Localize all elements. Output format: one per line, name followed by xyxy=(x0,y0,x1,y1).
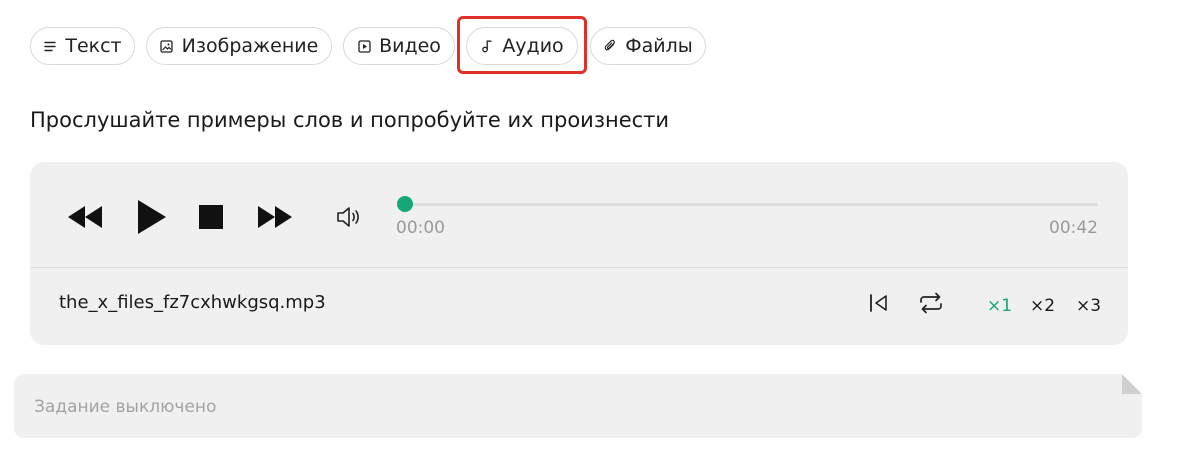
speed-x1[interactable]: ×1 xyxy=(987,296,1012,316)
stop-button[interactable] xyxy=(198,204,224,230)
tab-image[interactable]: Изображение xyxy=(146,27,332,65)
tab-audio[interactable]: Аудио xyxy=(466,27,578,65)
tab-label: Изображение xyxy=(181,35,319,57)
video-icon xyxy=(357,39,371,53)
tab-label: Текст xyxy=(65,35,122,57)
audio-filename: the_x_files_fz7cxhwkgsq.mp3 xyxy=(59,292,326,313)
stop-icon xyxy=(199,205,223,229)
skip-to-start-icon xyxy=(870,294,887,312)
tab-label: Видео xyxy=(379,35,441,57)
lines-icon xyxy=(43,39,57,53)
task-placeholder: Задание выключено xyxy=(34,397,217,417)
skip-to-start-button[interactable] xyxy=(866,290,892,316)
fast-forward-button[interactable] xyxy=(257,202,293,232)
volume-button[interactable] xyxy=(334,204,364,230)
music-note-icon xyxy=(480,39,494,53)
repeat-button[interactable] xyxy=(916,290,946,316)
fast-forward-icon xyxy=(258,206,292,228)
folded-corner xyxy=(1122,374,1142,394)
tab-label: Файлы xyxy=(625,35,693,57)
tab-video[interactable]: Видео xyxy=(343,27,455,65)
duration: 00:42 xyxy=(1049,218,1098,238)
image-icon xyxy=(160,39,174,53)
instruction-text: Прослушайте примеры слов и попробуйте их… xyxy=(30,108,670,132)
play-button[interactable] xyxy=(133,199,169,235)
tab-text[interactable]: Текст xyxy=(30,27,135,65)
current-time: 00:00 xyxy=(396,218,445,238)
progress-track[interactable] xyxy=(400,203,1098,206)
speed-x3[interactable]: ×3 xyxy=(1076,296,1101,316)
player-divider xyxy=(30,267,1128,268)
repeat-icon xyxy=(920,292,942,314)
progress-thumb[interactable] xyxy=(397,196,413,212)
rewind-button[interactable] xyxy=(67,202,103,232)
paperclip-icon xyxy=(603,39,617,53)
task-field[interactable]: Задание выключено xyxy=(14,374,1142,438)
tab-label: Аудио xyxy=(502,35,564,57)
speed-x2[interactable]: ×2 xyxy=(1030,296,1055,316)
audio-player: 00:00 00:42 the_x_files_fz7cxhwkgsq.mp3 … xyxy=(30,162,1128,345)
tab-files[interactable]: Файлы xyxy=(590,27,706,65)
play-icon xyxy=(138,200,166,234)
volume-icon xyxy=(337,207,359,227)
rewind-icon xyxy=(68,206,102,228)
